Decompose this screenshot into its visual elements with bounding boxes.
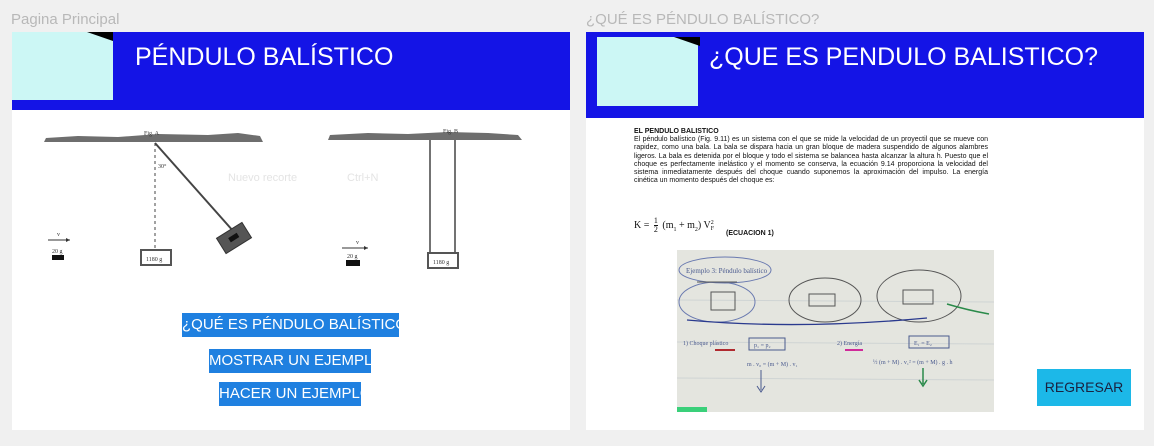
home-title: PÉNDULO BALÍSTICO — [135, 43, 394, 71]
highlighter-mark — [677, 407, 707, 412]
what-is-button[interactable]: ¿QUÉ ES PÉNDULO BALÍSTICO? — [182, 313, 415, 337]
do-example-button[interactable]: HACER UN EJEMPLO — [219, 382, 372, 406]
fig-b-label: Fig. B — [443, 129, 458, 135]
equation-label: (ECUACION 1) — [726, 230, 774, 237]
swinging-block-a — [215, 221, 253, 255]
energia-label: 2) Energía — [837, 340, 862, 347]
pendulum-figure: Fig. A 30° 1180 g v 20 g Fig. B 1180 g v… — [44, 129, 522, 269]
block-b-mass: 1180 g — [433, 260, 449, 266]
bullet-a — [52, 255, 64, 260]
formula-denominator: 2 — [653, 225, 658, 234]
detail-logo-placeholder — [597, 37, 698, 106]
ceiling-b — [328, 132, 522, 140]
show-example-button[interactable]: MOSTRAR UN EJEMPLO — [209, 349, 384, 373]
detail-screen: ¿QUE ES PENDULO BALISTICO? EL PENDULO BA… — [586, 32, 1144, 430]
pendulum-string-a — [154, 142, 235, 233]
velocity-arrowhead-a — [66, 238, 70, 242]
formula-m2: + m — [676, 219, 695, 231]
fig-a-label: Fig. A — [144, 131, 160, 137]
handwritten-example-photo: Ejemplo 3: Péndulo balístico 1) Choque p… — [677, 250, 994, 412]
angle-label: 30° — [158, 163, 167, 170]
block-a-mass: 1180 g — [146, 257, 162, 263]
doc-excerpt: EL PENDULO BALISTICO El péndulo balístic… — [634, 128, 988, 185]
bullet-b-mass: 20 g — [347, 254, 358, 260]
formula-scripts: 2F — [711, 220, 714, 232]
detail-title: ¿QUE ES PENDULO BALISTICO? — [709, 43, 1098, 71]
p-eq-text: p₁ = p₂ — [754, 343, 771, 349]
formula-subF: F — [710, 225, 715, 232]
home-logo-placeholder — [12, 32, 113, 100]
back-button[interactable]: REGRESAR — [1037, 369, 1131, 406]
ghost-shortcut: Ctrl+N — [347, 172, 379, 184]
detail-logo-corner — [674, 37, 700, 46]
title-bubble-text: Ejemplo 3: Péndulo balístico — [686, 267, 768, 275]
frame-label-detail: ¿QUÉ ES PÉNDULO BALÍSTICO? — [586, 11, 820, 28]
momentum-equation: m . v₀ = (m + M) . v₁ — [747, 361, 798, 368]
e-eq-text: E₁ = E₂ — [914, 341, 932, 347]
doc-title: EL PENDULO BALISTICO — [634, 128, 719, 135]
velocity-label-a: v — [57, 232, 60, 238]
bullet-b — [346, 260, 360, 266]
velocity-label-b: v — [356, 240, 359, 246]
home-logo-corner — [87, 32, 113, 41]
ghost-new-snip: Nuevo recorte — [228, 172, 298, 184]
formula-sup: 2 — [710, 219, 714, 226]
kinetic-energy-formula: K = 1 2 (m1 + m2) V2F — [634, 217, 714, 234]
frame-label-home: Pagina Principal — [11, 11, 120, 28]
formula-lhs: K = — [634, 219, 650, 231]
choque-label: 1) Choque plástico — [683, 340, 728, 347]
formula-fraction: 1 2 — [653, 217, 658, 234]
formula-v: ) V — [697, 219, 711, 231]
velocity-arrowhead-b — [364, 246, 368, 250]
doc-body: El péndulo balístico (Fig. 9.11) es un s… — [634, 136, 988, 185]
home-screen: PÉNDULO BALÍSTICO Fig. A 30° 1180 g v 20… — [12, 32, 570, 430]
bullet-a-mass: 20 g — [52, 249, 63, 255]
energy-equation: ½ (m + M) . v₁² = (m + M) . g . h — [873, 359, 953, 366]
handwritten-drawing: Ejemplo 3: Péndulo balístico 1) Choque p… — [677, 250, 994, 412]
formula-m1: (m — [662, 219, 674, 231]
